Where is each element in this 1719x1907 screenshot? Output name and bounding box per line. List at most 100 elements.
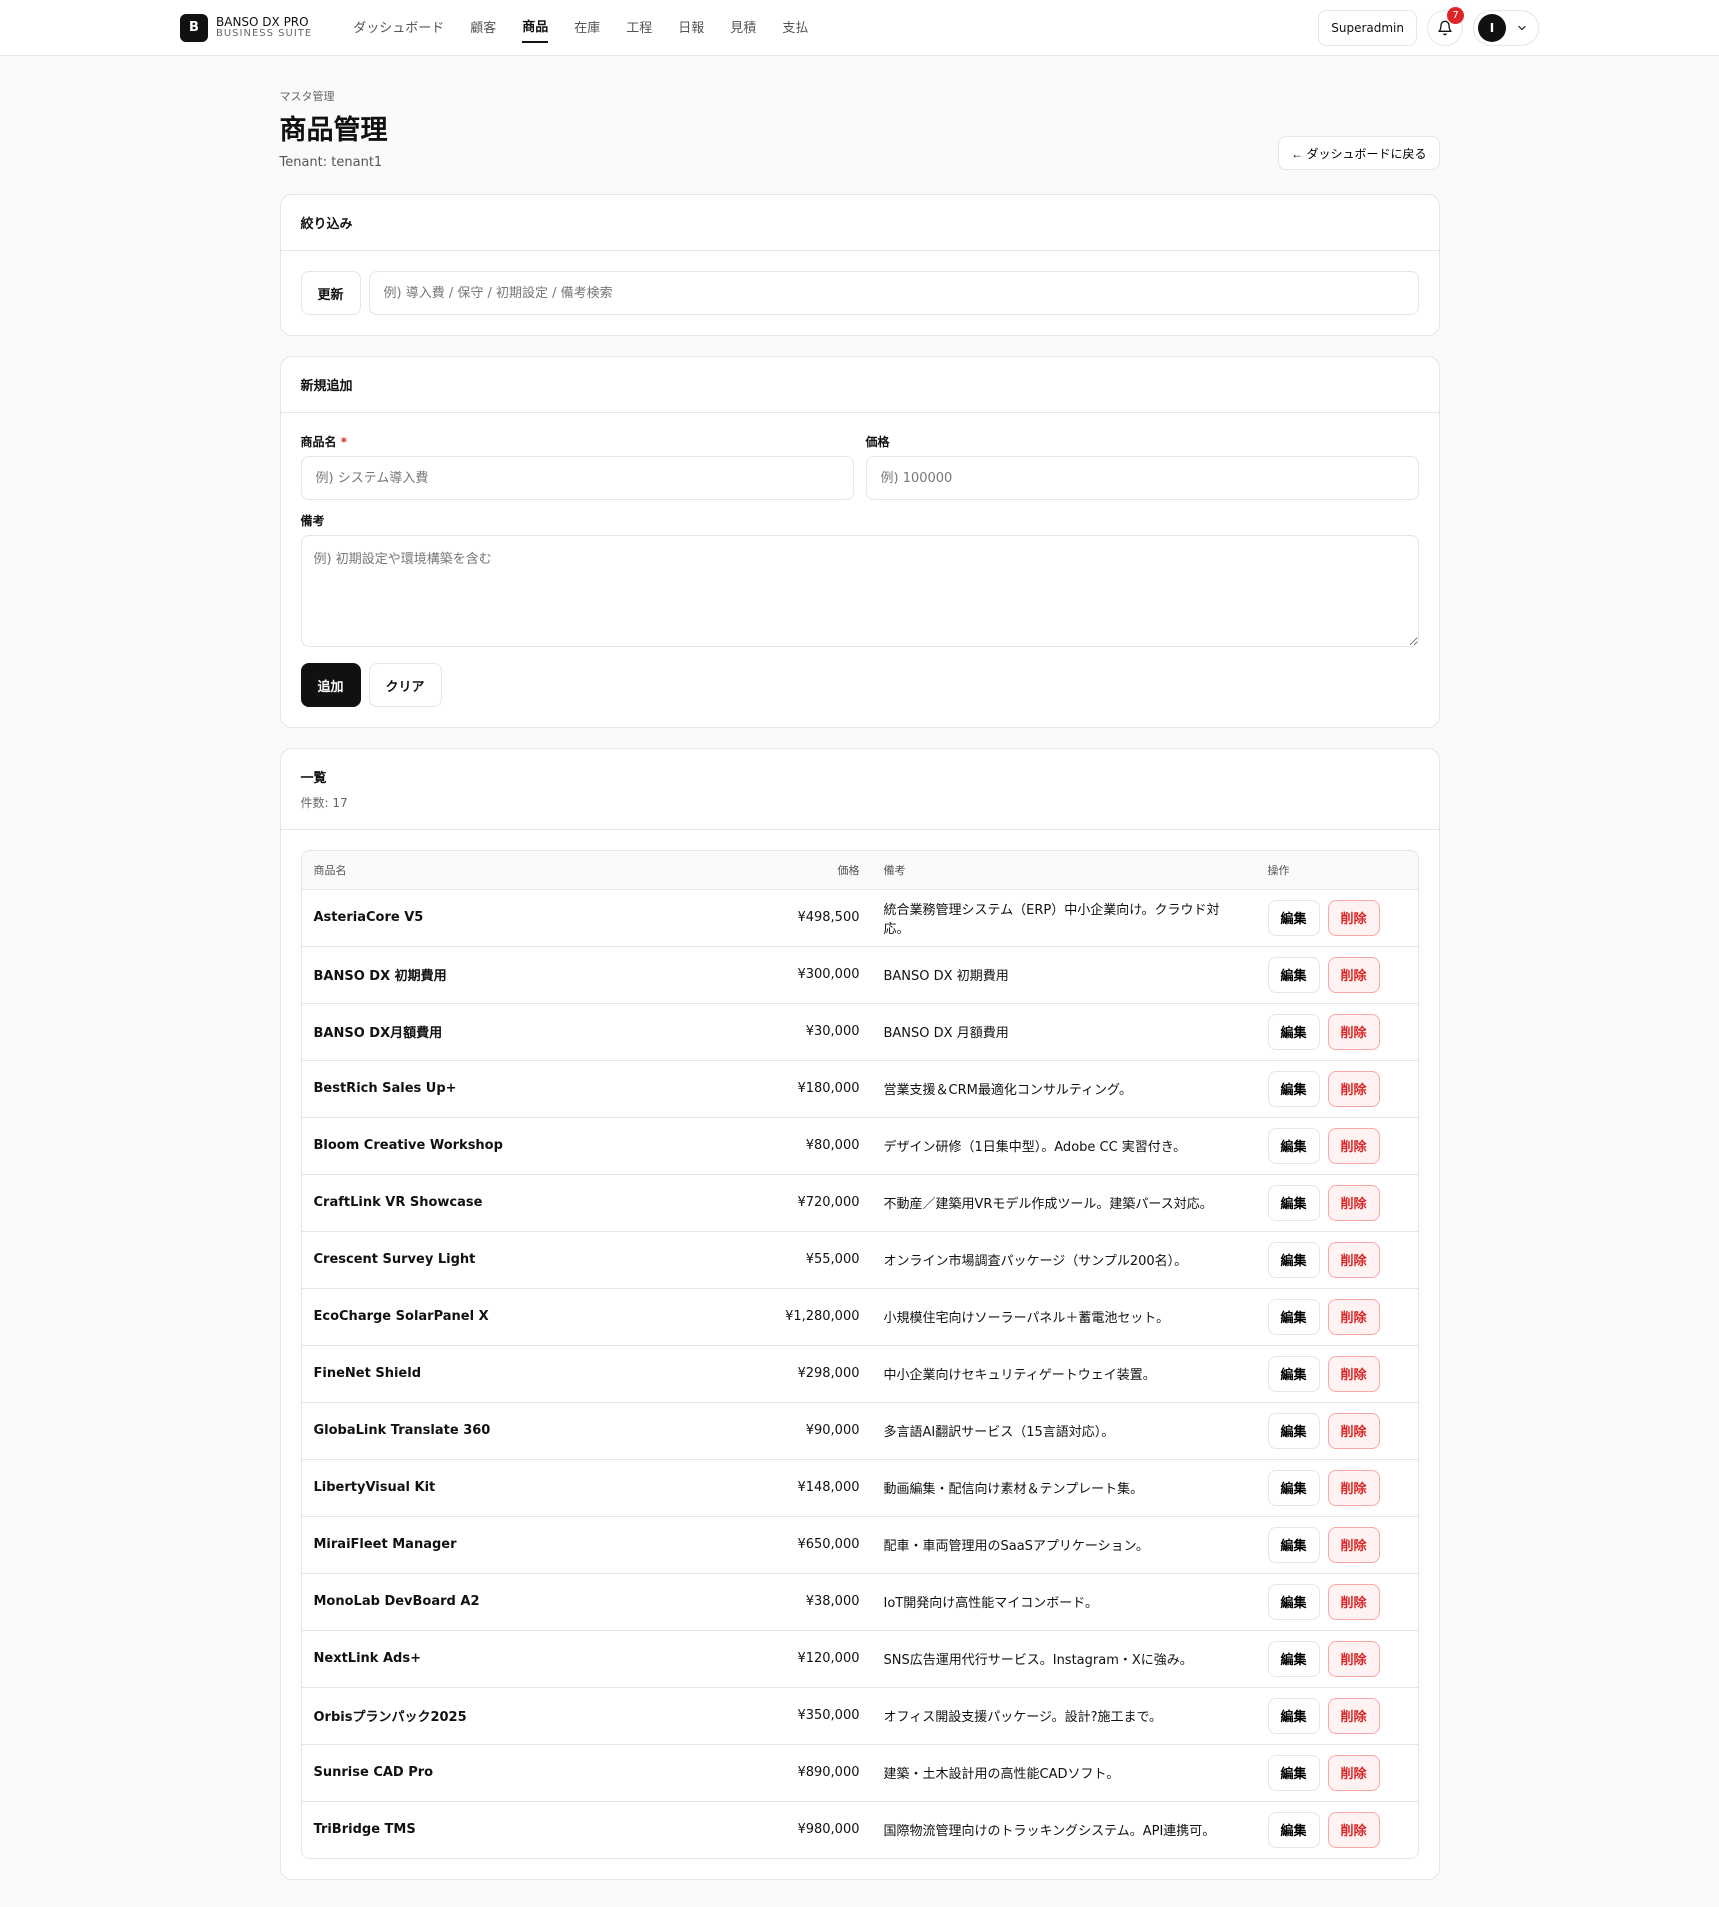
note-textarea[interactable] (300, 535, 1419, 647)
table-row: Sunrise CAD Pro ¥890,000 建築・土木設計用の高性能CADソフ… (301, 1744, 1418, 1802)
cell-ops: 編集 削除 (1255, 946, 1418, 1004)
delete-button[interactable]: 削除 (1327, 1070, 1380, 1107)
nav-item-4[interactable]: 工程 (613, 0, 665, 56)
table-row: FineNet Shield ¥298,000 中小企業向けセキュリティゲートウェイ… (301, 1345, 1418, 1403)
edit-button[interactable]: 編集 (1267, 1184, 1320, 1221)
edit-button[interactable]: 編集 (1267, 1754, 1320, 1791)
create-title: 新規追加 (300, 379, 353, 394)
delete-button[interactable]: 削除 (1327, 1640, 1380, 1677)
refresh-button[interactable]: 更新 (300, 271, 361, 315)
delete-button[interactable]: 削除 (1327, 1127, 1380, 1164)
cell-price: ¥120,000 (761, 1630, 872, 1688)
cell-ops: 編集 削除 (1255, 1402, 1418, 1460)
nav-item-label: 工程 (626, 21, 653, 36)
add-button[interactable]: 追加 (300, 663, 361, 707)
edit-button[interactable]: 編集 (1267, 1355, 1320, 1392)
cell-ops: 編集 削除 (1255, 1630, 1418, 1688)
role-button[interactable]: Superadmin (1318, 9, 1417, 46)
table-row: BANSO DX月額費用 ¥30,000 BANSO DX 月額費用 編集 削除 (301, 1003, 1418, 1061)
nav-item-label: 日報 (678, 21, 705, 36)
delete-button[interactable]: 削除 (1327, 1412, 1380, 1449)
price-label: 価格 (865, 435, 890, 449)
chevron-down-icon (1518, 25, 1526, 30)
cell-note: 配車・車両管理用のSaaSアプリケーション。 (871, 1516, 1256, 1574)
cell-name: MiraiFleet Manager (301, 1516, 762, 1574)
edit-button[interactable]: 編集 (1267, 1469, 1320, 1506)
delete-button[interactable]: 削除 (1327, 1298, 1380, 1335)
page-title: 商品管理 (279, 115, 388, 146)
back-to-dashboard-button[interactable]: ← ダッシュボードに戻る (1278, 136, 1440, 170)
nav-item-7[interactable]: 支払 (769, 0, 821, 56)
cell-price: ¥980,000 (797, 1822, 860, 1838)
cell-ops: 編集 削除 (1255, 1516, 1418, 1574)
edit-button[interactable]: 編集 (1267, 1127, 1320, 1164)
delete-button[interactable]: 削除 (1327, 1241, 1380, 1278)
delete-button[interactable]: 削除 (1327, 1184, 1380, 1221)
nav-item-5[interactable]: 日報 (665, 0, 717, 56)
delete-button[interactable]: 削除 (1327, 899, 1380, 936)
delete-button[interactable]: 削除 (1327, 1526, 1380, 1563)
edit-button[interactable]: 編集 (1267, 1241, 1320, 1278)
table-row: EcoCharge SolarPanel X ¥1,280,000 小規模住宅向けソ… (301, 1288, 1418, 1346)
search-input[interactable] (368, 271, 1419, 315)
nav-item-label: 顧客 (470, 21, 497, 36)
edit-button[interactable]: 編集 (1267, 1640, 1320, 1677)
header-price: 価格 (761, 851, 872, 890)
delete-button[interactable]: 削除 (1327, 1697, 1380, 1734)
notifications-button[interactable]: 7 (1427, 6, 1464, 46)
nav-item-0[interactable]: ダッシュボード (340, 0, 457, 56)
delete-button[interactable]: 削除 (1327, 1754, 1380, 1791)
brand-logo[interactable]: B BANSO DX PRO BUSINESS SUITE (180, 13, 312, 42)
delete-button[interactable]: 削除 (1327, 1013, 1380, 1050)
table-row: CraftLink VR Showcase ¥720,000 不動産／建築用VRモデ… (301, 1174, 1418, 1232)
edit-button[interactable]: 編集 (1267, 1070, 1320, 1107)
cell-name: Orbisプランパック2025 (301, 1687, 762, 1745)
product-name-input[interactable] (300, 456, 854, 500)
cell-name: FineNet Shield (301, 1345, 762, 1403)
cell-note: IoT開発向け高性能マイコンボード。 (871, 1573, 1256, 1631)
cell-name: BestRich Sales Up+ (301, 1060, 762, 1118)
delete-button[interactable]: 削除 (1327, 956, 1380, 993)
nav-item-6[interactable]: 見積 (717, 0, 769, 56)
user-menu-button[interactable]: I (1473, 9, 1539, 46)
cell-ops: 編集 削除 (1255, 1288, 1418, 1346)
cell-note: オンライン市場調査パッケージ（サンプル200名）。 (871, 1231, 1256, 1289)
cell-price: ¥890,000 (761, 1744, 872, 1802)
edit-button[interactable]: 編集 (1267, 1013, 1320, 1050)
cell-note: 不動産／建築用VRモデル作成ツール。建築パース対応。 (871, 1174, 1256, 1232)
delete-button[interactable]: 削除 (1327, 1355, 1380, 1392)
cell-price: ¥30,000 (761, 1003, 872, 1061)
cell-name: CraftLink VR Showcase (301, 1174, 762, 1232)
filter-card: 絞り込み 更新 (279, 194, 1440, 336)
edit-button[interactable]: 編集 (1267, 1526, 1320, 1563)
delete-button[interactable]: 削除 (1327, 1469, 1380, 1506)
tenant-label: Tenant: tenant1 (279, 155, 383, 170)
header-ops: 操作 (1255, 851, 1418, 890)
edit-button[interactable]: 編集 (1267, 1811, 1320, 1848)
edit-button[interactable]: 編集 (1267, 1697, 1320, 1734)
brand-name: BANSO DX PRO (216, 14, 309, 29)
cell-name: TriBridge TMS (313, 1822, 416, 1838)
cell-ops: 編集 削除 (1255, 1117, 1418, 1175)
nav-item-1[interactable]: 顧客 (457, 0, 509, 56)
delete-button[interactable]: 削除 (1327, 1583, 1380, 1620)
clear-button[interactable]: クリア (368, 663, 442, 707)
cell-price: ¥148,000 (761, 1459, 872, 1517)
breadcrumb: マスタ管理 (279, 90, 335, 103)
edit-button[interactable]: 編集 (1267, 1412, 1320, 1449)
edit-button[interactable]: 編集 (1267, 1583, 1320, 1620)
edit-button[interactable]: 編集 (1267, 899, 1320, 936)
cell-note: 小規模住宅向けソーラーパネル＋蓄電池セット。 (871, 1288, 1256, 1346)
table-row: AsteriaCore V5 ¥498,500 統合業務管理システム（ERP）中小企… (301, 889, 1418, 947)
price-input[interactable] (865, 456, 1419, 500)
cell-price: ¥350,000 (761, 1687, 872, 1745)
cell-name: Sunrise CAD Pro (301, 1744, 762, 1802)
cell-note: BANSO DX 初期費用 (871, 946, 1256, 1004)
nav-item-3[interactable]: 在庫 (561, 0, 613, 56)
table-row: Bloom Creative Workshop ¥80,000 デザイン研修（1日集… (301, 1117, 1418, 1175)
edit-button[interactable]: 編集 (1267, 956, 1320, 993)
edit-button[interactable]: 編集 (1267, 1298, 1320, 1335)
avatar: I (1478, 13, 1506, 42)
delete-button[interactable]: 削除 (1327, 1811, 1380, 1848)
nav-item-2[interactable]: 商品 (509, 0, 561, 56)
